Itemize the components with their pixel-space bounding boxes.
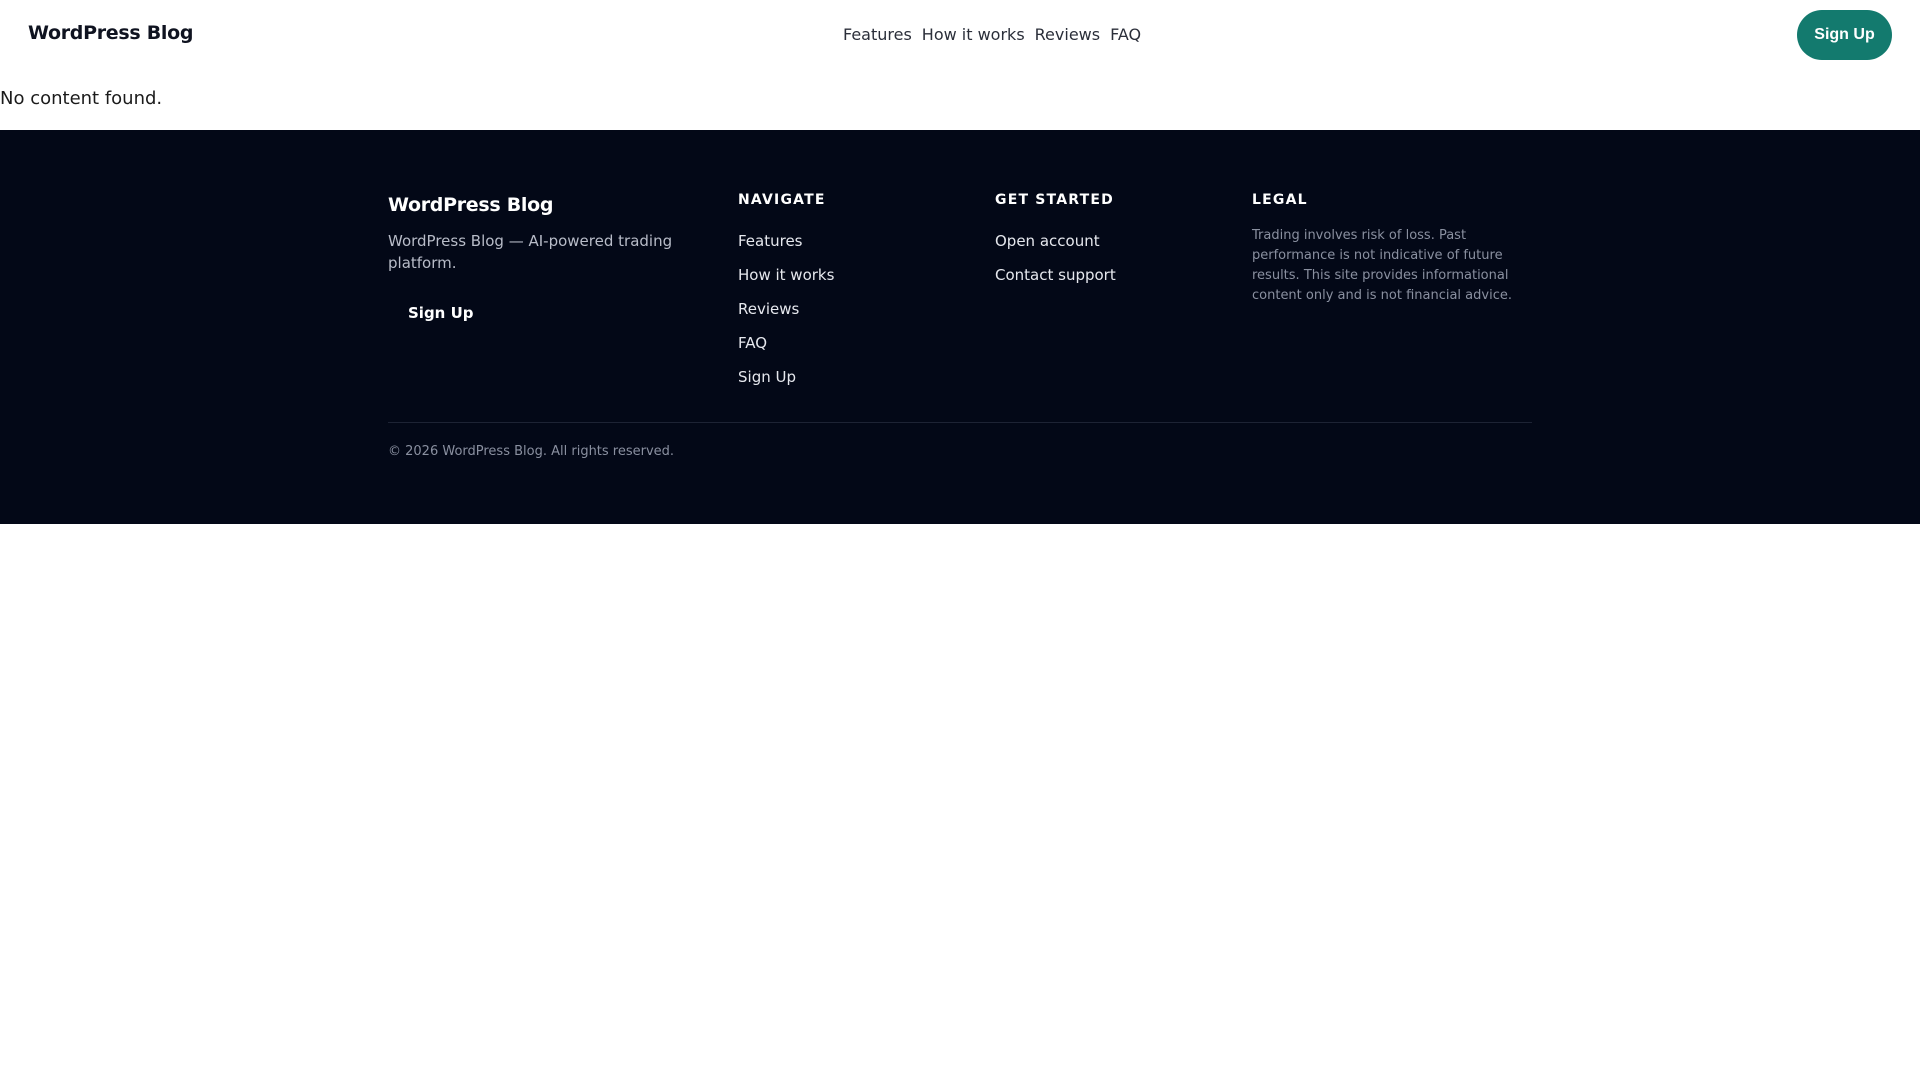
get-started-heading: GET STARTED	[995, 192, 1114, 208]
footer-link-open-account[interactable]: Open account	[995, 232, 1100, 250]
nav-link-reviews[interactable]: Reviews	[1035, 25, 1100, 44]
footer-link-sign-up[interactable]: Sign Up	[738, 368, 796, 386]
navigate-heading: NAVIGATE	[738, 192, 826, 208]
list-item: Contact support	[995, 264, 1116, 286]
footer-get-started-column: GET STARTED Open account Contact support	[995, 192, 1116, 298]
list-item: How it works	[738, 264, 834, 286]
nav-link-faq[interactable]: FAQ	[1110, 25, 1141, 44]
brand-logo-link[interactable]: WordPress Blog	[28, 22, 193, 44]
site-footer: WordPress Blog WordPress Blog — AI-power…	[0, 130, 1920, 524]
copyright-text: © 2026 WordPress Blog. All rights reserv…	[388, 444, 675, 459]
list-item: Open account	[995, 230, 1116, 252]
list-item: Reviews	[738, 298, 834, 320]
list-item: Features	[738, 230, 834, 252]
footer-link-how-it-works[interactable]: How it works	[738, 266, 834, 284]
sign-up-button[interactable]: Sign Up	[1797, 10, 1892, 60]
top-nav: Features How it works Reviews FAQ	[843, 25, 1141, 44]
nav-link-features[interactable]: Features	[843, 25, 912, 44]
footer-brand: WordPress Blog	[388, 194, 554, 216]
footer-link-faq[interactable]: FAQ	[738, 334, 767, 352]
list-item: Sign Up	[738, 366, 834, 388]
footer-sign-up-link[interactable]: Sign Up	[408, 304, 474, 322]
footer-navigate-column: NAVIGATE Features How it works Reviews F…	[738, 192, 834, 400]
footer-divider	[388, 422, 1532, 423]
nav-link-how-it-works[interactable]: How it works	[922, 25, 1025, 44]
navigate-list: Features How it works Reviews FAQ Sign U…	[738, 230, 834, 388]
footer-link-contact-support[interactable]: Contact support	[995, 266, 1116, 284]
legal-heading: LEGAL	[1252, 192, 1308, 208]
footer-tagline: WordPress Blog — AI-powered trading plat…	[388, 232, 673, 272]
footer-link-features[interactable]: Features	[738, 232, 803, 250]
list-item: FAQ	[738, 332, 834, 354]
footer-legal-column: LEGAL Trading involves risk of loss. Pas…	[1252, 192, 1532, 306]
footer-link-reviews[interactable]: Reviews	[738, 300, 799, 318]
site-header: WordPress Blog Features How it works Rev…	[0, 0, 1920, 70]
no-content-message: No content found.	[0, 88, 163, 109]
get-started-list: Open account Contact support	[995, 230, 1116, 286]
legal-disclaimer: Trading involves risk of loss. Past perf…	[1252, 228, 1512, 303]
